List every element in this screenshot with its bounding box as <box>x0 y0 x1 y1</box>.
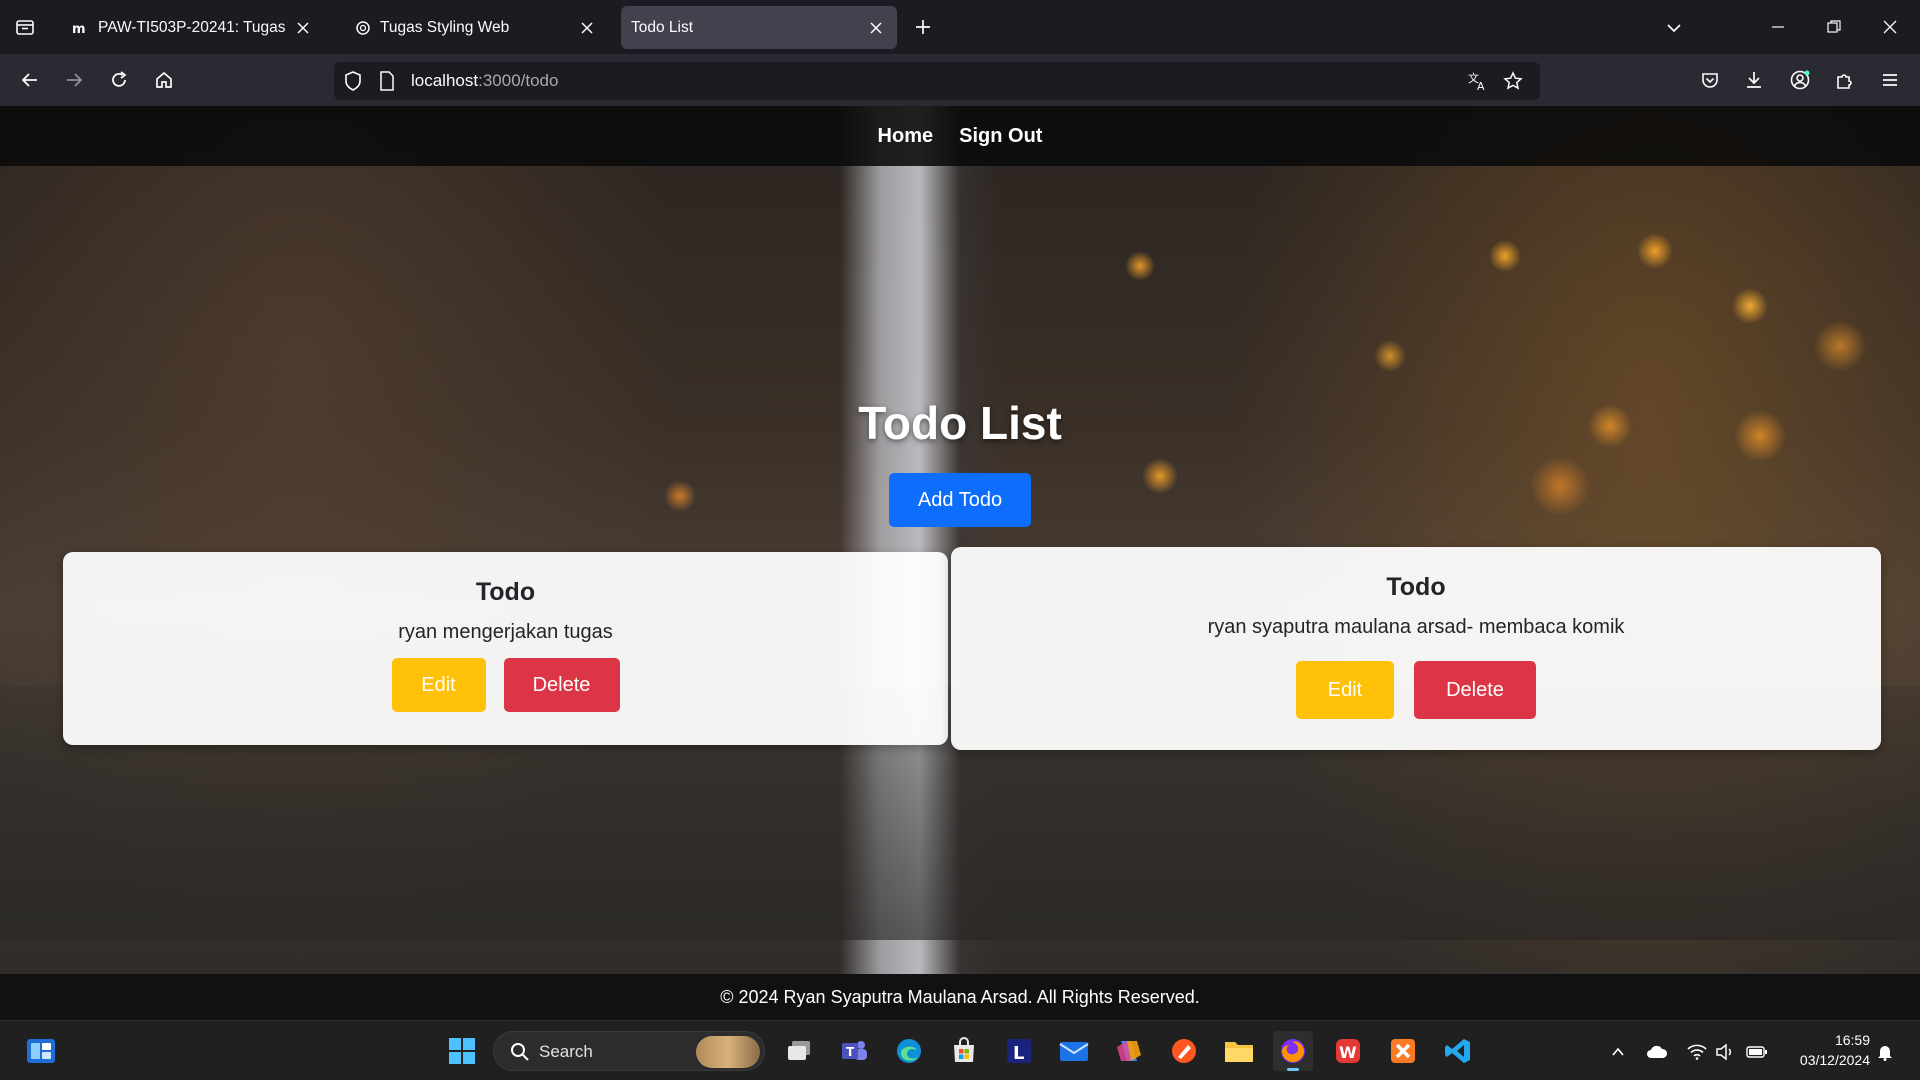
delete-button[interactable]: Delete <box>503 658 620 712</box>
taskbar: Search T L W <box>0 1020 1920 1080</box>
copilot-icon[interactable] <box>1109 1031 1149 1071</box>
edit-button[interactable]: Edit <box>391 658 486 712</box>
xampp-icon[interactable] <box>1383 1031 1423 1071</box>
tab-title: Tugas Styling Web <box>380 18 510 36</box>
delete-button[interactable]: Delete <box>1414 661 1536 719</box>
chatgpt-icon <box>354 19 372 37</box>
wps-office-icon[interactable]: W <box>1328 1031 1368 1071</box>
restore-icon[interactable] <box>1806 0 1862 54</box>
wifi-icon[interactable] <box>1684 1039 1710 1065</box>
new-tab-icon[interactable] <box>908 12 938 42</box>
vscode-icon[interactable] <box>1438 1031 1478 1071</box>
account-icon[interactable] <box>1784 64 1816 96</box>
browser-tab-strip: m PAW-TI503P-20241: Tugas Styling Web Tu… <box>0 0 1920 54</box>
todo-actions: Edit Delete <box>63 658 948 712</box>
extensions-icon[interactable] <box>1828 64 1860 96</box>
start-windows-icon[interactable] <box>442 1031 482 1071</box>
svg-text:m: m <box>72 22 86 35</box>
taskbar-search[interactable]: Search <box>493 1031 765 1071</box>
active-indicator <box>1287 1068 1299 1071</box>
widgets-icon[interactable] <box>21 1031 61 1071</box>
svg-text:A: A <box>1477 80 1485 92</box>
launcher-l-icon[interactable]: L <box>999 1031 1039 1071</box>
back-arrow-icon[interactable] <box>14 64 46 96</box>
page-title: Todo List <box>858 397 1062 449</box>
svg-text:W: W <box>1339 1043 1357 1062</box>
svg-text:T: T <box>846 1045 855 1059</box>
bookmark-star-icon[interactable] <box>1502 70 1524 92</box>
page-viewport: Home Sign Out Todo List Add Todo Todo ry… <box>0 106 1920 1020</box>
todo-text: ryan syaputra maulana arsad- membaca kom… <box>1207 616 1625 638</box>
page-icon[interactable] <box>376 70 398 92</box>
clock-time: 16:59 <box>1834 1032 1870 1048</box>
url-host: localhost <box>411 71 479 90</box>
home-icon[interactable] <box>148 64 180 96</box>
todo-text: ryan mengerjakan tugas <box>398 621 613 643</box>
taskbar-clock[interactable]: 16:59 03/12/2024 <box>1782 1030 1870 1070</box>
nav-home-link[interactable]: Home <box>878 125 934 148</box>
search-icon <box>510 1042 530 1067</box>
tab-title: Todo List <box>631 18 694 36</box>
file-explorer-icon[interactable] <box>1219 1031 1259 1071</box>
todo-heading: Todo <box>1386 573 1446 601</box>
drawing-app-icon[interactable] <box>1164 1031 1204 1071</box>
close-icon[interactable] <box>865 17 887 39</box>
shield-icon[interactable] <box>342 70 364 92</box>
window-close-icon[interactable] <box>1862 0 1918 54</box>
clock-date: 03/12/2024 <box>1799 1052 1870 1068</box>
forward-arrow-icon[interactable] <box>58 64 90 96</box>
firefox-icon[interactable] <box>1273 1031 1313 1071</box>
search-highlight-image <box>696 1036 760 1068</box>
tab-list-icon[interactable] <box>10 12 40 42</box>
url-path: :3000/todo <box>478 71 559 90</box>
todo-card: Todo ryan mengerjakan tugas Edit Delete <box>63 552 948 745</box>
tab-title: PAW-TI503P-20241: Tugas Styling Web <box>98 18 286 36</box>
onedrive-cloud-icon[interactable] <box>1644 1039 1670 1065</box>
site-navbar: Home Sign Out <box>0 106 1920 166</box>
browser-tab-todo[interactable]: Todo List <box>621 6 897 49</box>
close-icon[interactable] <box>576 17 598 39</box>
moodle-icon: m <box>72 19 90 37</box>
edit-button[interactable]: Edit <box>1296 661 1394 719</box>
battery-icon[interactable] <box>1744 1039 1770 1065</box>
notification-bell-icon[interactable] <box>1872 1039 1898 1065</box>
teams-icon[interactable]: T <box>834 1031 874 1071</box>
chevron-up-icon[interactable] <box>1605 1039 1631 1065</box>
task-view-icon[interactable] <box>779 1031 819 1071</box>
todo-actions: Edit Delete <box>951 661 1881 719</box>
site-footer: © 2024 Ryan Syaputra Maulana Arsad. All … <box>0 974 1920 1020</box>
todo-heading: Todo <box>475 578 536 606</box>
search-label: Search <box>539 1042 593 1061</box>
menu-icon[interactable] <box>1874 64 1906 96</box>
mail-icon[interactable] <box>1054 1031 1094 1071</box>
close-icon[interactable] <box>292 17 314 39</box>
pocket-icon[interactable] <box>1694 64 1726 96</box>
todo-card: Todo ryan syaputra maulana arsad- membac… <box>951 547 1881 750</box>
minimize-icon[interactable] <box>1750 0 1806 54</box>
svg-text:L: L <box>1013 1043 1024 1064</box>
nav-signout-link[interactable]: Sign Out <box>959 125 1042 148</box>
volume-icon[interactable] <box>1712 1039 1738 1065</box>
url-text[interactable]: localhost:3000/todo <box>411 71 558 91</box>
add-todo-button[interactable]: Add Todo <box>889 473 1031 527</box>
reload-icon[interactable] <box>103 64 135 96</box>
microsoft-store-icon[interactable] <box>944 1031 984 1071</box>
download-icon[interactable] <box>1738 64 1770 96</box>
edge-icon[interactable] <box>889 1031 929 1071</box>
browser-tab-moodle[interactable]: m PAW-TI503P-20241: Tugas Styling Web <box>62 6 324 49</box>
browser-tab-chatgpt[interactable]: Tugas Styling Web <box>344 6 608 49</box>
chevron-down-icon[interactable] <box>1660 14 1688 42</box>
address-bar[interactable]: localhost:3000/todo 文A <box>334 62 1540 100</box>
translate-icon[interactable]: 文A <box>1467 70 1489 92</box>
